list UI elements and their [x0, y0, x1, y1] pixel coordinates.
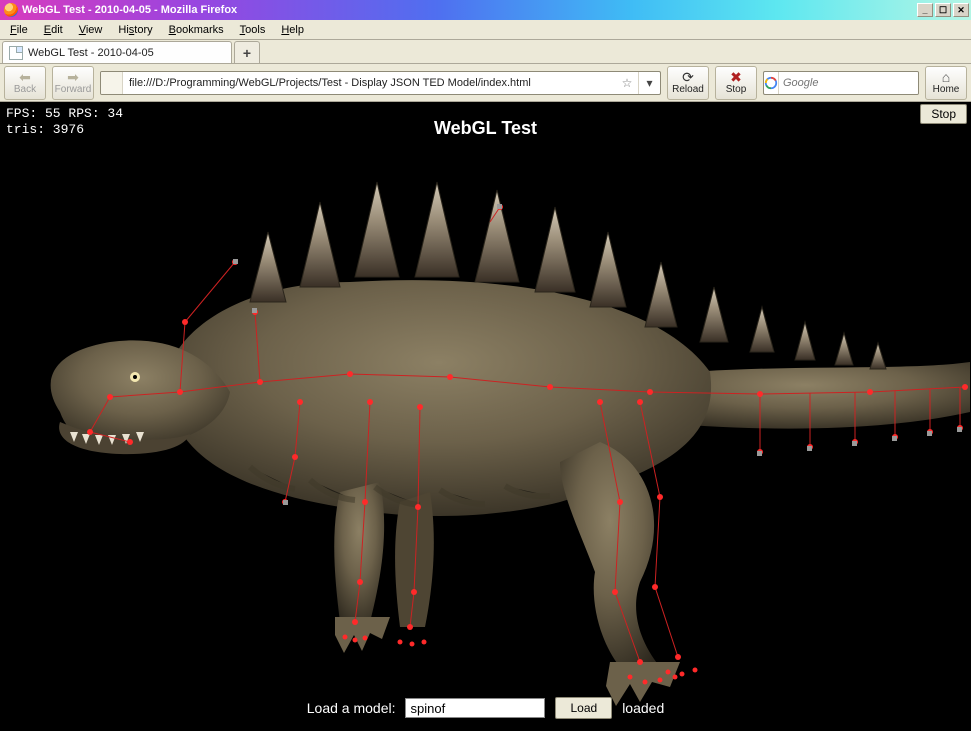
firefox-icon: [4, 3, 18, 17]
load-status: loaded: [622, 700, 664, 716]
stop-x-icon: ✖: [730, 70, 742, 84]
reload-button[interactable]: ⟳ Reload: [667, 66, 709, 100]
back-button[interactable]: ⬅ Back: [4, 66, 46, 100]
menu-edit[interactable]: Edit: [38, 22, 69, 38]
search-bar: 🔍: [763, 71, 919, 95]
tab-label: WebGL Test - 2010-04-05: [28, 47, 154, 59]
window-title: WebGL Test - 2010-04-05 - Mozilla Firefo…: [22, 4, 237, 16]
reload-icon: ⟳: [682, 70, 694, 84]
load-model-button[interactable]: Load: [555, 697, 612, 719]
bookmark-star-icon[interactable]: ☆: [616, 72, 638, 94]
tab-strip: WebGL Test - 2010-04-05 +: [0, 40, 971, 64]
page-icon: [106, 77, 118, 89]
menu-bar: File Edit View History Bookmarks Tools H…: [0, 20, 971, 40]
webgl-canvas-area[interactable]: FPS: 55 RPS: 34 tris: 3976 WebGL Test St…: [0, 102, 971, 731]
arrow-left-icon: ⬅: [19, 70, 31, 84]
home-button[interactable]: ⌂ Home: [925, 66, 967, 100]
window-titlebar: WebGL Test - 2010-04-05 - Mozilla Firefo…: [0, 0, 971, 20]
address-dropdown-icon[interactable]: ▾: [638, 72, 660, 94]
menu-tools[interactable]: Tools: [234, 22, 272, 38]
model-name-input[interactable]: [405, 698, 545, 718]
minimize-button[interactable]: _: [917, 3, 933, 17]
page-title: WebGL Test: [0, 118, 971, 139]
load-model-label: Load a model:: [307, 700, 396, 716]
address-bar: ☆ ▾: [100, 71, 661, 95]
model-render: [0, 102, 971, 731]
close-button[interactable]: ✕: [953, 3, 969, 17]
load-model-bar: Load a model: Load loaded: [0, 697, 971, 719]
google-icon: [764, 76, 778, 90]
search-engine-icon[interactable]: [764, 72, 779, 94]
stop-button[interactable]: ✖ Stop: [715, 66, 757, 100]
page-icon: [9, 46, 23, 60]
url-input[interactable]: [123, 72, 616, 94]
menu-file[interactable]: File: [4, 22, 34, 38]
menu-bookmarks[interactable]: Bookmarks: [163, 22, 230, 38]
menu-view[interactable]: View: [73, 22, 109, 38]
new-tab-button[interactable]: +: [234, 41, 260, 63]
menu-help[interactable]: Help: [275, 22, 310, 38]
navigation-toolbar: ⬅ Back ➡ Forward ☆ ▾ ⟳ Reload ✖ Stop: [0, 64, 971, 102]
menu-history[interactable]: History: [112, 22, 158, 38]
forward-button[interactable]: ➡ Forward: [52, 66, 94, 100]
animation-stop-button[interactable]: Stop: [920, 104, 967, 124]
site-identity-icon[interactable]: [101, 72, 123, 94]
arrow-right-icon: ➡: [67, 70, 79, 84]
tab-active[interactable]: WebGL Test - 2010-04-05: [2, 41, 232, 63]
home-icon: ⌂: [942, 70, 950, 84]
maximize-button[interactable]: ☐: [935, 3, 951, 17]
search-input[interactable]: [779, 72, 919, 94]
